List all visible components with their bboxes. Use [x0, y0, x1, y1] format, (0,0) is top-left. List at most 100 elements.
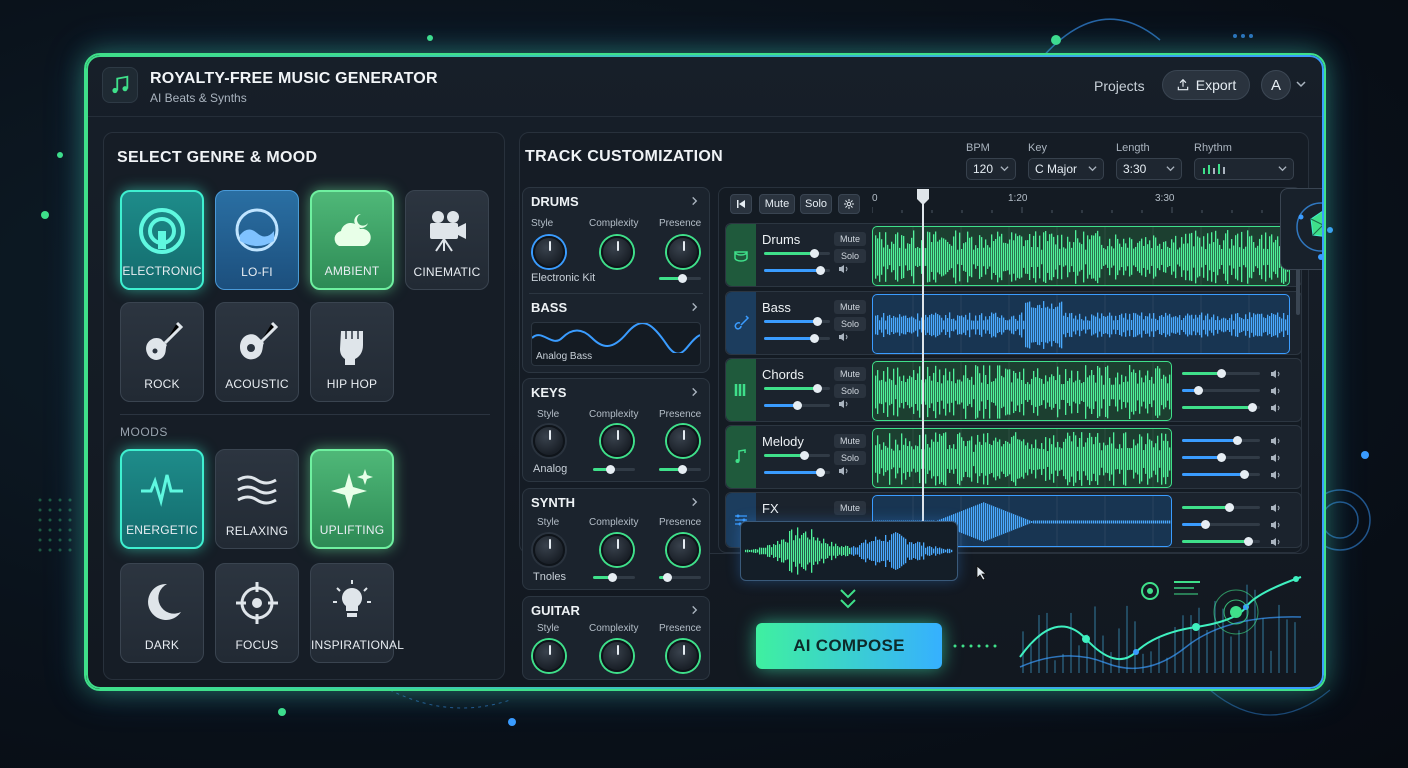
genre-tile-hiphop[interactable]: HIP HOP — [310, 302, 394, 402]
style-knob[interactable] — [533, 425, 565, 457]
bpm-select[interactable]: 120 — [966, 158, 1016, 180]
mixer-slider[interactable] — [1182, 470, 1260, 479]
presence-knob[interactable] — [667, 640, 699, 672]
chevron-right-icon[interactable] — [690, 497, 699, 507]
track-pan-slider[interactable] — [764, 401, 830, 410]
chevron-right-icon[interactable] — [690, 196, 699, 206]
global-mute-button[interactable]: Mute — [759, 194, 795, 214]
speaker-icon[interactable] — [1270, 436, 1282, 446]
presence-slider[interactable] — [659, 465, 701, 474]
speaker-icon[interactable] — [1270, 369, 1282, 379]
track-waveform[interactable] — [872, 428, 1172, 488]
speaker-icon[interactable] — [838, 332, 850, 342]
avatar[interactable]: A — [1261, 70, 1291, 100]
style-knob[interactable] — [533, 236, 565, 268]
slider-thumb[interactable] — [607, 573, 617, 582]
genre-tile-acoustic[interactable]: ACOUSTIC — [215, 302, 299, 402]
playhead-line[interactable] — [922, 191, 924, 521]
slider-thumb[interactable] — [1232, 436, 1242, 445]
export-button[interactable]: Export — [1162, 70, 1250, 100]
track-waveform[interactable] — [872, 294, 1290, 354]
speaker-icon[interactable] — [1270, 403, 1282, 413]
genre-tile-electronic[interactable]: ELECTRONIC — [120, 190, 204, 290]
mixer-slider[interactable] — [1182, 386, 1260, 395]
complexity-slider[interactable] — [593, 573, 635, 582]
slider-thumb[interactable] — [812, 317, 822, 326]
chevron-right-icon[interactable] — [690, 302, 699, 312]
slider-thumb[interactable] — [1193, 386, 1203, 395]
slider-thumb[interactable] — [816, 468, 826, 477]
slider-thumb[interactable] — [1217, 369, 1226, 378]
mood-tile-dark[interactable]: DARK — [120, 563, 204, 663]
track-mute-button[interactable]: Mute — [834, 300, 866, 314]
track-mute-button[interactable]: Mute — [834, 434, 866, 448]
track-volume-slider[interactable] — [764, 451, 830, 460]
complexity-slider[interactable] — [593, 465, 635, 474]
speaker-icon[interactable] — [1270, 386, 1282, 396]
length-select[interactable]: 3:30 — [1116, 158, 1182, 180]
track-mute-button[interactable]: Mute — [834, 501, 866, 515]
slider-thumb[interactable] — [799, 451, 809, 460]
genre-tile-ambient[interactable]: AMBIENT — [310, 190, 394, 290]
speaker-icon[interactable] — [1270, 503, 1282, 513]
speaker-icon[interactable] — [1270, 537, 1282, 547]
rhythm-select[interactable] — [1194, 158, 1294, 180]
mixer-slider[interactable] — [1182, 369, 1260, 378]
chevron-right-icon[interactable] — [690, 605, 699, 615]
slider-thumb[interactable] — [678, 274, 688, 283]
slider-thumb[interactable] — [1248, 403, 1258, 412]
genre-tile-lofi[interactable]: LO-FI — [215, 190, 299, 290]
speaker-icon[interactable] — [1270, 453, 1282, 463]
track-pan-slider[interactable] — [764, 266, 830, 275]
presence-knob[interactable] — [667, 534, 699, 566]
mood-tile-energetic[interactable]: ENERGETIC — [120, 449, 204, 549]
track-pan-slider[interactable] — [764, 468, 830, 477]
playhead-handle[interactable] — [916, 188, 930, 206]
track-waveform[interactable] — [872, 226, 1290, 286]
complexity-knob[interactable] — [601, 640, 633, 672]
complexity-knob[interactable] — [601, 425, 633, 457]
rewind-button[interactable] — [730, 194, 752, 214]
slider-thumb[interactable] — [1217, 453, 1226, 462]
mixer-slider[interactable] — [1182, 520, 1260, 529]
slider-thumb[interactable] — [809, 334, 819, 343]
speaker-icon[interactable] — [1270, 470, 1282, 480]
mixer-slider[interactable] — [1182, 503, 1260, 512]
key-select[interactable]: C Major — [1028, 158, 1104, 180]
complexity-knob[interactable] — [601, 236, 633, 268]
slider-thumb[interactable] — [1244, 537, 1254, 546]
slider-thumb[interactable] — [816, 266, 826, 275]
slider-thumb[interactable] — [809, 249, 819, 258]
track-solo-button[interactable]: Solo — [834, 249, 866, 263]
mood-tile-uplifting[interactable]: UPLIFTING — [310, 449, 394, 549]
slider-thumb[interactable] — [1201, 520, 1211, 529]
track-volume-slider[interactable] — [764, 317, 830, 326]
speaker-icon[interactable] — [1270, 520, 1282, 530]
slider-thumb[interactable] — [678, 465, 688, 474]
style-knob[interactable] — [533, 640, 565, 672]
mood-tile-relaxing[interactable]: RELAXING — [215, 449, 299, 549]
track-mute-button[interactable]: Mute — [834, 232, 866, 246]
ai-compose-button[interactable]: AI COMPOSE — [756, 623, 942, 669]
mixer-slider[interactable] — [1182, 436, 1260, 445]
mixer-slider[interactable] — [1182, 453, 1260, 462]
track-solo-button[interactable]: Solo — [834, 384, 866, 398]
speaker-icon[interactable] — [838, 466, 850, 476]
slider-thumb[interactable] — [793, 401, 802, 410]
track-solo-button[interactable]: Solo — [834, 451, 866, 465]
presence-knob[interactable] — [667, 236, 699, 268]
track-volume-slider[interactable] — [764, 249, 830, 258]
mood-tile-inspirational[interactable]: INSPIRATIONAL — [310, 563, 404, 663]
settings-button[interactable] — [838, 194, 860, 214]
slider-thumb[interactable] — [1224, 503, 1234, 512]
mixer-slider[interactable] — [1182, 403, 1260, 412]
projects-link[interactable]: Projects — [1094, 78, 1145, 94]
track-volume-slider[interactable] — [764, 384, 830, 393]
track-solo-button[interactable]: Solo — [834, 317, 866, 331]
track-mute-button[interactable]: Mute — [834, 367, 866, 381]
slider-thumb[interactable] — [605, 465, 615, 474]
speaker-icon[interactable] — [838, 399, 850, 409]
gem-widget[interactable] — [1280, 188, 1324, 270]
style-knob[interactable] — [533, 534, 565, 566]
presence-knob[interactable] — [667, 425, 699, 457]
